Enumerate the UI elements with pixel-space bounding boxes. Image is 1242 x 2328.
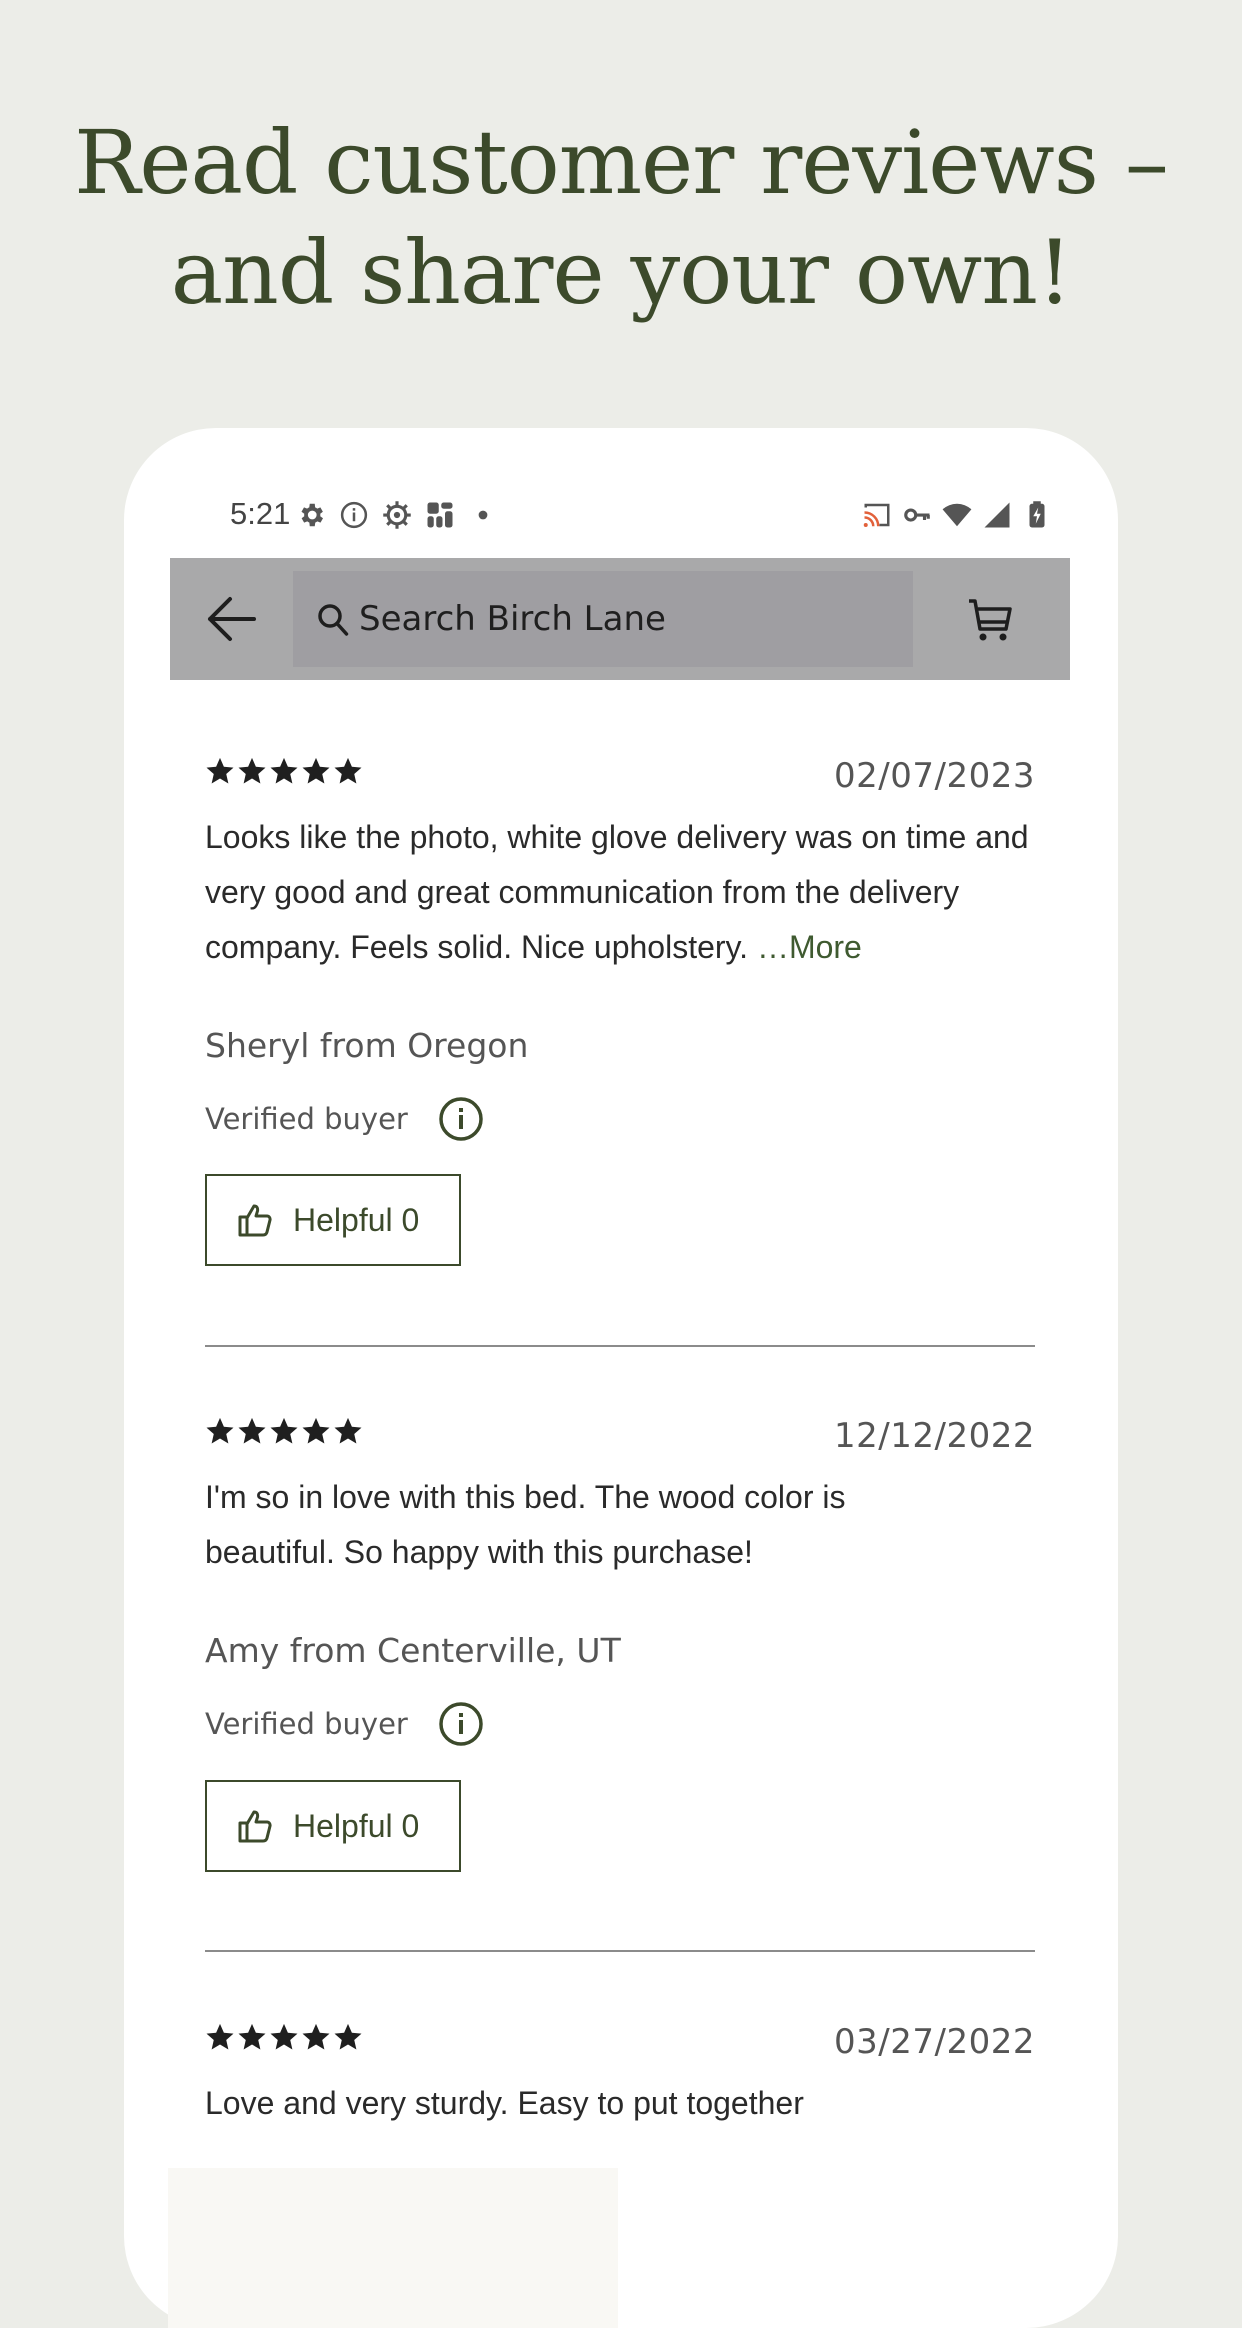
review-divider: [205, 1345, 1035, 1347]
helpful-button[interactable]: Helpful 0: [205, 1174, 461, 1266]
dot-icon: [478, 510, 488, 520]
partial-card: [168, 2168, 618, 2328]
star-icon: [334, 1417, 362, 1444]
cellular-signal-icon: [984, 502, 1010, 528]
status-left-icons: [296, 500, 498, 530]
star-icon: [302, 2023, 330, 2050]
star-icon: [334, 757, 362, 784]
review-date: 12/12/2022: [834, 1416, 1035, 1456]
review-card: 03/27/2022 Love and very sturdy. Easy to…: [205, 2022, 1035, 2142]
headline-line-2: and share your own!: [170, 221, 1073, 324]
status-right-icons: [862, 500, 1052, 530]
info-circle-icon: [340, 501, 368, 529]
status-bar: 5:21: [168, 492, 1074, 536]
thumbs-up-icon: [238, 1204, 272, 1237]
helpful-label: Helpful 0: [293, 1807, 420, 1844]
review-text-content: Looks like the photo, white glove delive…: [205, 819, 1029, 965]
info-icon[interactable]: [438, 1096, 484, 1142]
star-icon: [334, 2023, 362, 2050]
review-text: I'm so in love with this bed. The wood c…: [205, 1479, 846, 1570]
settings-gear-icon: [301, 503, 323, 527]
star-icon: [206, 757, 234, 784]
marketing-headline: Read customer reviews – and share your o…: [0, 108, 1242, 328]
review-text: Looks like the photo, white glove delive…: [205, 810, 1035, 975]
more-link[interactable]: …More: [757, 929, 862, 965]
verified-buyer-row: Verified buyer: [205, 1701, 484, 1747]
star-icon: [270, 757, 298, 784]
star-rating: [205, 756, 363, 792]
vpn-key-icon: [904, 508, 930, 522]
star-icon: [238, 2023, 266, 2050]
star-rating: [205, 1416, 363, 1452]
star-icon: [238, 1417, 266, 1444]
star-icon: [206, 1417, 234, 1444]
star-icon: [238, 757, 266, 784]
review-date: 03/27/2022: [834, 2022, 1035, 2062]
wifi-icon: [942, 503, 972, 527]
thumbs-up-icon: [238, 1810, 272, 1843]
search-icon: [318, 604, 349, 636]
review-card: 12/12/2022 I'm so in love with this bed.…: [205, 1416, 1035, 1936]
review-divider: [205, 1950, 1035, 1952]
star-icon: [270, 2023, 298, 2050]
review-card: 02/07/2023 Looks like the photo, white g…: [205, 756, 1035, 1276]
wayfair-app-icon: [427, 502, 453, 528]
shopping-cart-icon[interactable]: [967, 598, 1013, 642]
review-author: Sheryl from Oregon: [205, 1026, 529, 1065]
review-text: Love and very sturdy. Easy to put togeth…: [205, 2085, 804, 2121]
star-rating: [205, 2022, 363, 2058]
helpful-button[interactable]: Helpful 0: [205, 1780, 461, 1872]
verified-buyer-label: Verified buyer: [205, 1102, 408, 1136]
review-date: 02/07/2023: [834, 756, 1035, 796]
helpful-label: Helpful 0: [293, 1201, 420, 1238]
star-icon: [206, 2023, 234, 2050]
search-placeholder: Search Birch Lane: [359, 599, 666, 639]
review-author: Amy from Centerville, UT: [205, 1631, 621, 1670]
verified-buyer-row: Verified buyer: [205, 1096, 484, 1142]
phone-frame: 5:21 Search Birch Lane 02/07/2023 Looks …: [124, 428, 1118, 2328]
star-icon: [302, 1417, 330, 1444]
verified-buyer-label: Verified buyer: [205, 1707, 408, 1741]
info-icon[interactable]: [438, 1701, 484, 1747]
cast-icon: [863, 503, 890, 527]
top-app-bar: Search Birch Lane: [170, 558, 1070, 680]
search-input[interactable]: Search Birch Lane: [293, 571, 913, 667]
star-icon: [270, 1417, 298, 1444]
headline-line-1: Read customer reviews –: [74, 111, 1169, 214]
status-time: 5:21: [230, 496, 291, 531]
star-icon: [302, 757, 330, 784]
battery-charging-icon: [1029, 501, 1045, 528]
settings-alt-icon: [383, 501, 411, 529]
arrow-left-icon[interactable]: [206, 596, 256, 642]
